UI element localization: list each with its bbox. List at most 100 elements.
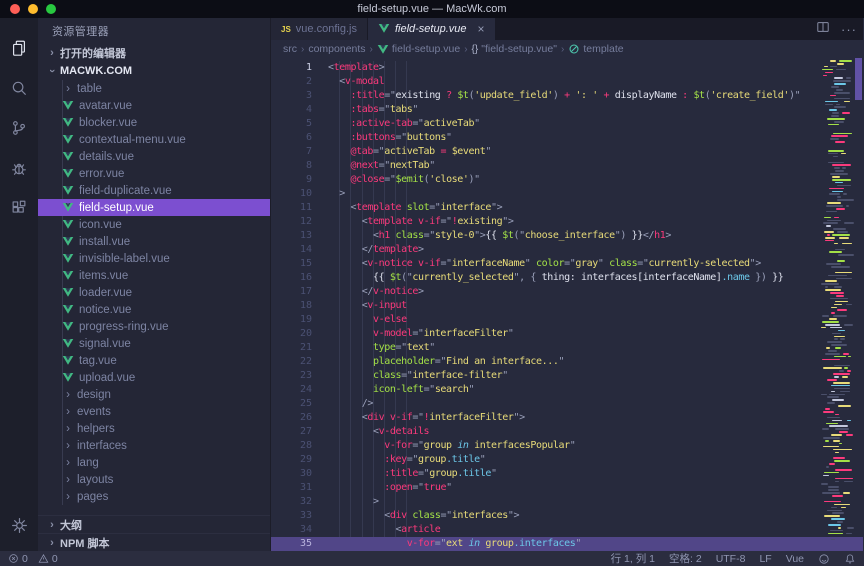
code-line-19[interactable]: 19 v-else <box>271 313 863 327</box>
tree-item-helpers[interactable]: ›helpers <box>38 420 270 437</box>
code-line-1[interactable]: 1<template> <box>271 61 863 75</box>
maximize-window-icon[interactable] <box>46 4 56 14</box>
tree-item-table[interactable]: ›table <box>38 80 270 97</box>
breadcrumb-item-0[interactable]: src <box>283 43 297 55</box>
bell-icon[interactable] <box>844 553 856 565</box>
code-line-22[interactable]: 22 placeholder="Find an interface..." <box>271 355 863 369</box>
code-line-35[interactable]: 35 v-for="ext in group.interfaces" <box>271 537 863 551</box>
status-error[interactable]: 0 <box>8 553 28 565</box>
tree-item-contextual-menu-vue[interactable]: contextual-menu.vue <box>38 131 270 148</box>
feedback-icon[interactable] <box>818 553 830 565</box>
debug-icon[interactable] <box>0 148 38 188</box>
sidebar-section-0[interactable]: ›大纲 <box>38 515 270 533</box>
chevron-right-icon: › <box>61 389 75 401</box>
tree-item-blocker-vue[interactable]: blocker.vue <box>38 114 270 131</box>
code-line-32[interactable]: 32 > <box>271 495 863 509</box>
explorer-icon[interactable] <box>0 28 38 68</box>
code-line-14[interactable]: 14 </template> <box>271 243 863 257</box>
tree-item-items-vue[interactable]: items.vue <box>38 267 270 284</box>
minimap[interactable] <box>821 60 854 551</box>
code-line-20[interactable]: 20 v-model="interfaceFilter" <box>271 327 863 341</box>
breadcrumb-item-4[interactable]: template <box>568 43 623 55</box>
tree-item-upload-vue[interactable]: upload.vue <box>38 369 270 386</box>
minimap-line <box>834 121 844 123</box>
code-line-12[interactable]: 12 <template v-if="!existing"> <box>271 215 863 229</box>
status-item-4[interactable]: Vue <box>786 553 804 565</box>
code-line-25[interactable]: 25 /> <box>271 397 863 411</box>
tab-vue-config-js[interactable]: JSvue.config.js <box>271 18 368 40</box>
code-line-18[interactable]: 18 <v-input <box>271 299 863 313</box>
minimize-window-icon[interactable] <box>28 4 38 14</box>
tree-item-avatar-vue[interactable]: avatar.vue <box>38 97 270 114</box>
open-editors-section[interactable]: › 打开的编辑器 <box>38 44 270 62</box>
code-line-30[interactable]: 30 :title="group.title" <box>271 467 863 481</box>
code-line-16[interactable]: 16 {{ $t("currently_selected", { thing: … <box>271 271 863 285</box>
code-line-33[interactable]: 33 <div class="interfaces"> <box>271 509 863 523</box>
breadcrumb-item-2[interactable]: field-setup.vue <box>377 43 460 55</box>
code-line-31[interactable]: 31 :open="true" <box>271 481 863 495</box>
code-line-7[interactable]: 7 @tab="activeTab = $event" <box>271 145 863 159</box>
tree-item-interfaces[interactable]: ›interfaces <box>38 437 270 454</box>
tree-item-signal-vue[interactable]: signal.vue <box>38 335 270 352</box>
search-icon[interactable] <box>0 68 38 108</box>
code-line-21[interactable]: 21 type="text" <box>271 341 863 355</box>
code-line-8[interactable]: 8 @next="nextTab" <box>271 159 863 173</box>
chevron-right-icon: › <box>61 423 75 435</box>
tree-item-lang[interactable]: ›lang <box>38 454 270 471</box>
code-line-26[interactable]: 26 <div v-if="!interfaceFilter"> <box>271 411 863 425</box>
code-line-17[interactable]: 17 </v-notice> <box>271 285 863 299</box>
status-item-2[interactable]: UTF-8 <box>716 553 746 565</box>
tree-item-progress-ring-vue[interactable]: progress-ring.vue <box>38 318 270 335</box>
code-line-29[interactable]: 29 :key="group.title" <box>271 453 863 467</box>
editor-scrollbar[interactable] <box>854 58 863 551</box>
status-warning[interactable]: 0 <box>38 553 58 565</box>
tree-item-field-setup-vue[interactable]: field-setup.vue <box>38 199 270 216</box>
code-line-15[interactable]: 15 <v-notice v-if="interfaceName" color=… <box>271 257 863 271</box>
more-actions-icon[interactable]: ··· <box>841 22 857 37</box>
code-editor[interactable]: 1<template>2 <v-modal3 :title="existing … <box>271 58 863 551</box>
tree-item-icon-vue[interactable]: icon.vue <box>38 216 270 233</box>
status-item-1[interactable]: 空格: 2 <box>669 551 702 566</box>
status-item-0[interactable]: 行 1, 列 1 <box>611 551 655 566</box>
tree-item-pages[interactable]: ›pages <box>38 488 270 505</box>
extensions-icon[interactable] <box>0 188 38 228</box>
close-window-icon[interactable] <box>10 4 20 14</box>
settings-gear-icon[interactable] <box>0 505 38 545</box>
tree-item-error-vue[interactable]: error.vue <box>38 165 270 182</box>
tree-item-invisible-label-vue[interactable]: invisible-label.vue <box>38 250 270 267</box>
close-tab-icon[interactable]: × <box>478 24 485 34</box>
breadcrumb-item-1[interactable]: components <box>308 43 365 55</box>
code-line-3[interactable]: 3 :title="existing ? $t('update_field') … <box>271 89 863 103</box>
tree-item-loader-vue[interactable]: loader.vue <box>38 284 270 301</box>
code-line-6[interactable]: 6 :buttons="buttons" <box>271 131 863 145</box>
code-line-13[interactable]: 13 <h1 class="style-0">{{ $t("choose_int… <box>271 229 863 243</box>
tree-item-events[interactable]: ›events <box>38 403 270 420</box>
minimap-line <box>830 173 848 175</box>
code-line-10[interactable]: 10 > <box>271 187 863 201</box>
tab-field-setup-vue[interactable]: field-setup.vue× <box>368 18 496 40</box>
workspace-root[interactable]: › MACWK.COM <box>38 62 270 80</box>
code-line-24[interactable]: 24 icon-left="search" <box>271 383 863 397</box>
tree-item-design[interactable]: ›design <box>38 386 270 403</box>
code-line-5[interactable]: 5 :active-tab="activeTab" <box>271 117 863 131</box>
tree-item-install-vue[interactable]: install.vue <box>38 233 270 250</box>
tree-item-details-vue[interactable]: details.vue <box>38 148 270 165</box>
code-line-34[interactable]: 34 <article <box>271 523 863 537</box>
tree-item-tag-vue[interactable]: tag.vue <box>38 352 270 369</box>
code-line-27[interactable]: 27 <v-details <box>271 425 863 439</box>
tree-item-notice-vue[interactable]: notice.vue <box>38 301 270 318</box>
breadcrumb-item-3[interactable]: {}"field-setup.vue" <box>472 43 557 55</box>
tree-item-field-duplicate-vue[interactable]: field-duplicate.vue <box>38 182 270 199</box>
scrollbar-thumb[interactable] <box>855 58 862 100</box>
code-line-28[interactable]: 28 v-for="group in interfacesPopular" <box>271 439 863 453</box>
code-line-11[interactable]: 11 <template slot="interface"> <box>271 201 863 215</box>
code-line-2[interactable]: 2 <v-modal <box>271 75 863 89</box>
code-line-4[interactable]: 4 :tabs="tabs" <box>271 103 863 117</box>
code-line-23[interactable]: 23 class="interface-filter" <box>271 369 863 383</box>
tree-item-layouts[interactable]: ›layouts <box>38 471 270 488</box>
split-editor-icon[interactable] <box>815 19 831 40</box>
source-control-icon[interactable] <box>0 108 38 148</box>
code-line-9[interactable]: 9 @close="$emit('close')" <box>271 173 863 187</box>
sidebar-section-1[interactable]: ›NPM 脚本 <box>38 533 270 551</box>
status-item-3[interactable]: LF <box>759 553 771 565</box>
